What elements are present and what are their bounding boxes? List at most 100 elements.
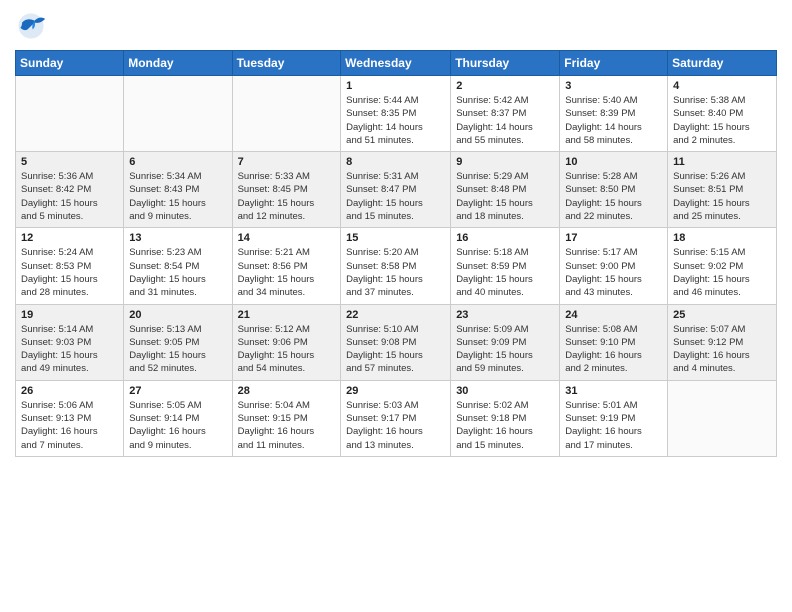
day-info: Sunrise: 5:15 AM Sunset: 9:02 PM Dayligh…: [673, 246, 771, 299]
page: SundayMondayTuesdayWednesdayThursdayFrid…: [0, 0, 792, 467]
calendar-cell: 5 Sunrise: 5:36 AM Sunset: 8:42 PM Daylig…: [16, 152, 124, 228]
day-number: 8: [346, 156, 445, 168]
day-info: Sunrise: 5:02 AM Sunset: 9:18 PM Dayligh…: [456, 399, 554, 452]
day-number: 4: [673, 80, 771, 92]
day-info: Sunrise: 5:24 AM Sunset: 8:53 PM Dayligh…: [21, 246, 118, 299]
calendar-cell: 3 Sunrise: 5:40 AM Sunset: 8:39 PM Daylig…: [560, 76, 668, 152]
day-number: 30: [456, 385, 554, 397]
calendar-cell: 21 Sunrise: 5:12 AM Sunset: 9:06 PM Dayli…: [232, 304, 341, 380]
week-row-3: 12 Sunrise: 5:24 AM Sunset: 8:53 PM Dayli…: [16, 228, 777, 304]
calendar-cell: 7 Sunrise: 5:33 AM Sunset: 8:45 PM Daylig…: [232, 152, 341, 228]
day-number: 19: [21, 309, 118, 321]
weekday-header-thursday: Thursday: [451, 51, 560, 76]
day-number: 12: [21, 232, 118, 244]
day-info: Sunrise: 5:10 AM Sunset: 9:08 PM Dayligh…: [346, 323, 445, 376]
calendar-cell: 1 Sunrise: 5:44 AM Sunset: 8:35 PM Daylig…: [341, 76, 451, 152]
day-number: 26: [21, 385, 118, 397]
calendar-cell: 10 Sunrise: 5:28 AM Sunset: 8:50 PM Dayli…: [560, 152, 668, 228]
day-info: Sunrise: 5:13 AM Sunset: 9:05 PM Dayligh…: [129, 323, 226, 376]
calendar-cell: 15 Sunrise: 5:20 AM Sunset: 8:58 PM Dayli…: [341, 228, 451, 304]
weekday-header-tuesday: Tuesday: [232, 51, 341, 76]
calendar-cell: 14 Sunrise: 5:21 AM Sunset: 8:56 PM Dayli…: [232, 228, 341, 304]
day-number: 7: [238, 156, 336, 168]
calendar-cell: 4 Sunrise: 5:38 AM Sunset: 8:40 PM Daylig…: [668, 76, 777, 152]
day-number: 21: [238, 309, 336, 321]
calendar-cell: 8 Sunrise: 5:31 AM Sunset: 8:47 PM Daylig…: [341, 152, 451, 228]
week-row-5: 26 Sunrise: 5:06 AM Sunset: 9:13 PM Dayli…: [16, 380, 777, 456]
day-info: Sunrise: 5:07 AM Sunset: 9:12 PM Dayligh…: [673, 323, 771, 376]
calendar-cell: 22Sunrise: 5:10 AM Sunset: 9:08 PM Dayli…: [341, 304, 451, 380]
calendar-cell: 29 Sunrise: 5:03 AM Sunset: 9:17 PM Dayli…: [341, 380, 451, 456]
day-number: 3: [565, 80, 662, 92]
day-info: Sunrise: 5:44 AM Sunset: 8:35 PM Dayligh…: [346, 94, 445, 147]
day-info: Sunrise: 5:03 AM Sunset: 9:17 PM Dayligh…: [346, 399, 445, 452]
day-number: 25: [673, 309, 771, 321]
calendar-cell: 2Sunrise: 5:42 AM Sunset: 8:37 PM Daylig…: [451, 76, 560, 152]
day-info: Sunrise: 5:12 AM Sunset: 9:06 PM Dayligh…: [238, 323, 336, 376]
calendar-cell: 23Sunrise: 5:09 AM Sunset: 9:09 PM Dayli…: [451, 304, 560, 380]
day-number: 9: [456, 156, 554, 168]
calendar-cell: 25 Sunrise: 5:07 AM Sunset: 9:12 PM Dayli…: [668, 304, 777, 380]
day-info: Sunrise: 5:05 AM Sunset: 9:14 PM Dayligh…: [129, 399, 226, 452]
calendar-cell: 13 Sunrise: 5:23 AM Sunset: 8:54 PM Dayli…: [124, 228, 232, 304]
day-info: Sunrise: 5:14 AM Sunset: 9:03 PM Dayligh…: [21, 323, 118, 376]
day-info: Sunrise: 5:34 AM Sunset: 8:43 PM Dayligh…: [129, 170, 226, 223]
day-info: Sunrise: 5:01 AM Sunset: 9:19 PM Dayligh…: [565, 399, 662, 452]
logo-bird-icon: [15, 10, 47, 42]
day-number: 18: [673, 232, 771, 244]
calendar-cell: 18 Sunrise: 5:15 AM Sunset: 9:02 PM Dayli…: [668, 228, 777, 304]
calendar-cell: [668, 380, 777, 456]
day-info: Sunrise: 5:18 AM Sunset: 8:59 PM Dayligh…: [456, 246, 554, 299]
day-number: 31: [565, 385, 662, 397]
logo: [15, 10, 51, 42]
day-number: 24: [565, 309, 662, 321]
day-number: 6: [129, 156, 226, 168]
calendar-cell: 26 Sunrise: 5:06 AM Sunset: 9:13 PM Dayli…: [16, 380, 124, 456]
day-number: 1: [346, 80, 445, 92]
day-info: Sunrise: 5:04 AM Sunset: 9:15 PM Dayligh…: [238, 399, 336, 452]
weekday-header-friday: Friday: [560, 51, 668, 76]
calendar-cell: 24 Sunrise: 5:08 AM Sunset: 9:10 PM Dayli…: [560, 304, 668, 380]
day-info: Sunrise: 5:20 AM Sunset: 8:58 PM Dayligh…: [346, 246, 445, 299]
calendar-cell: 9Sunrise: 5:29 AM Sunset: 8:48 PM Daylig…: [451, 152, 560, 228]
day-number: 29: [346, 385, 445, 397]
day-number: 16: [456, 232, 554, 244]
day-info: Sunrise: 5:40 AM Sunset: 8:39 PM Dayligh…: [565, 94, 662, 147]
day-info: Sunrise: 5:17 AM Sunset: 9:00 PM Dayligh…: [565, 246, 662, 299]
calendar-cell: 31 Sunrise: 5:01 AM Sunset: 9:19 PM Dayli…: [560, 380, 668, 456]
calendar-table: SundayMondayTuesdayWednesdayThursdayFrid…: [15, 50, 777, 457]
day-number: 5: [21, 156, 118, 168]
day-info: Sunrise: 5:06 AM Sunset: 9:13 PM Dayligh…: [21, 399, 118, 452]
day-info: Sunrise: 5:23 AM Sunset: 8:54 PM Dayligh…: [129, 246, 226, 299]
day-info: Sunrise: 5:21 AM Sunset: 8:56 PM Dayligh…: [238, 246, 336, 299]
calendar-cell: 6 Sunrise: 5:34 AM Sunset: 8:43 PM Daylig…: [124, 152, 232, 228]
day-number: 13: [129, 232, 226, 244]
day-number: 23: [456, 309, 554, 321]
calendar-cell: 30 Sunrise: 5:02 AM Sunset: 9:18 PM Dayli…: [451, 380, 560, 456]
weekday-header-row: SundayMondayTuesdayWednesdayThursdayFrid…: [16, 51, 777, 76]
day-info: Sunrise: 5:31 AM Sunset: 8:47 PM Dayligh…: [346, 170, 445, 223]
header: [15, 10, 777, 42]
weekday-header-sunday: Sunday: [16, 51, 124, 76]
day-info: Sunrise: 5:38 AM Sunset: 8:40 PM Dayligh…: [673, 94, 771, 147]
day-number: 17: [565, 232, 662, 244]
weekday-header-wednesday: Wednesday: [341, 51, 451, 76]
day-info: Sunrise: 5:28 AM Sunset: 8:50 PM Dayligh…: [565, 170, 662, 223]
day-info: Sunrise: 5:33 AM Sunset: 8:45 PM Dayligh…: [238, 170, 336, 223]
calendar-cell: 20Sunrise: 5:13 AM Sunset: 9:05 PM Dayli…: [124, 304, 232, 380]
calendar-cell: 11Sunrise: 5:26 AM Sunset: 8:51 PM Dayli…: [668, 152, 777, 228]
week-row-2: 5 Sunrise: 5:36 AM Sunset: 8:42 PM Daylig…: [16, 152, 777, 228]
day-info: Sunrise: 5:42 AM Sunset: 8:37 PM Dayligh…: [456, 94, 554, 147]
day-number: 10: [565, 156, 662, 168]
calendar-cell: 19 Sunrise: 5:14 AM Sunset: 9:03 PM Dayli…: [16, 304, 124, 380]
calendar-cell: [232, 76, 341, 152]
day-info: Sunrise: 5:26 AM Sunset: 8:51 PM Dayligh…: [673, 170, 771, 223]
calendar-cell: 27Sunrise: 5:05 AM Sunset: 9:14 PM Dayli…: [124, 380, 232, 456]
day-info: Sunrise: 5:36 AM Sunset: 8:42 PM Dayligh…: [21, 170, 118, 223]
week-row-1: 1 Sunrise: 5:44 AM Sunset: 8:35 PM Daylig…: [16, 76, 777, 152]
day-number: 14: [238, 232, 336, 244]
day-number: 15: [346, 232, 445, 244]
weekday-header-monday: Monday: [124, 51, 232, 76]
day-info: Sunrise: 5:08 AM Sunset: 9:10 PM Dayligh…: [565, 323, 662, 376]
calendar-cell: [124, 76, 232, 152]
